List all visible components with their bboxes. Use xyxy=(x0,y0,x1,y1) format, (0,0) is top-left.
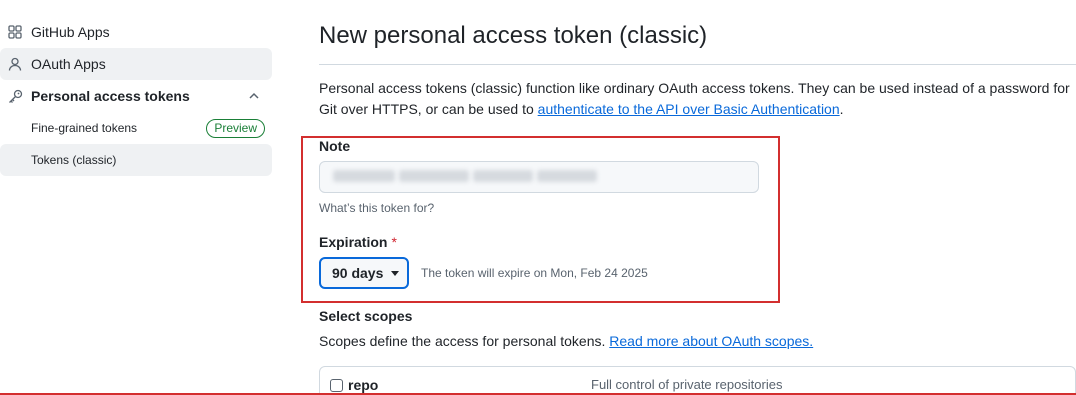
sidebar-item-tokens-classic[interactable]: Tokens (classic) xyxy=(0,144,272,176)
sidebar-item-label: Fine-grained tokens xyxy=(31,121,138,135)
apps-icon xyxy=(7,24,23,40)
scope-row-repo: repo Full control of private repositorie… xyxy=(319,366,1076,395)
sidebar-item-github-apps[interactable]: GitHub Apps xyxy=(0,16,272,48)
sidebar-item-fine-grained-tokens[interactable]: Fine-grained tokens Preview xyxy=(0,112,272,144)
chevron-up-icon[interactable] xyxy=(246,88,262,104)
scopes-description: Scopes define the access for personal to… xyxy=(319,333,813,349)
scopes-description-text: Scopes define the access for personal to… xyxy=(319,333,610,349)
sidebar-item-label: Tokens (classic) xyxy=(31,153,117,167)
sidebar-item-oauth-apps[interactable]: OAuth Apps xyxy=(0,48,272,80)
sidebar-item-label: GitHub Apps xyxy=(31,24,110,40)
settings-sidebar: GitHub Apps OAuth Apps Personal access t… xyxy=(0,16,272,176)
annotation-highlight-box xyxy=(301,136,780,303)
repo-checkbox[interactable] xyxy=(330,379,343,392)
preview-badge: Preview xyxy=(206,119,265,138)
description-end: . xyxy=(839,101,844,117)
title-divider xyxy=(319,64,1076,65)
basic-auth-link[interactable]: authenticate to the API over Basic Authe… xyxy=(538,101,840,117)
scope-description: Full control of private repositories xyxy=(591,377,783,392)
page-description: Personal access tokens (classic) functio… xyxy=(319,78,1076,120)
oauth-scopes-link[interactable]: Read more about OAuth scopes. xyxy=(609,333,813,349)
sidebar-item-label: OAuth Apps xyxy=(31,56,106,72)
sidebar-item-label: Personal access tokens xyxy=(31,88,190,104)
person-icon xyxy=(7,56,23,72)
sidebar-item-personal-access-tokens[interactable]: Personal access tokens xyxy=(0,80,272,112)
key-icon xyxy=(7,88,23,104)
scope-name: repo xyxy=(348,377,379,393)
page-title: New personal access token (classic) xyxy=(319,22,708,49)
scopes-label: Select scopes xyxy=(319,308,413,324)
